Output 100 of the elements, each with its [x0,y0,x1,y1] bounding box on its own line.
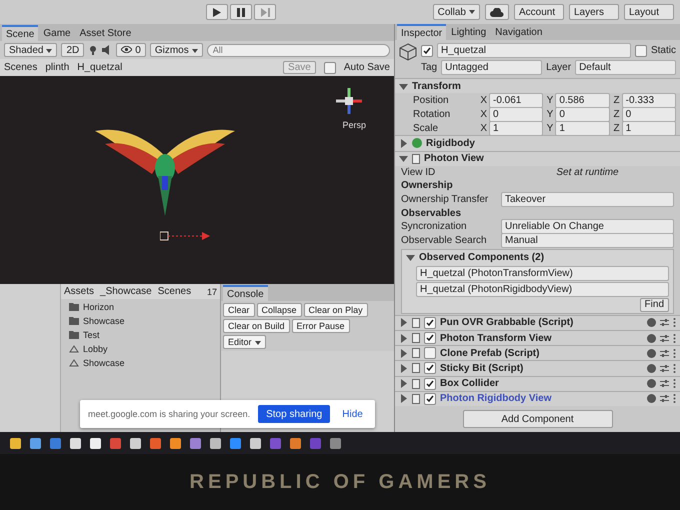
settings-sliders-icon[interactable] [660,379,669,388]
taskbar-app-icon[interactable] [90,438,101,448]
console-toolbar-button[interactable]: Clear on Play [304,303,368,317]
breadcrumb-item[interactable]: plinth [45,62,70,73]
stop-sharing-button[interactable]: Stop sharing [258,405,330,423]
dropdown-field[interactable]: Unreliable On Change [501,219,674,234]
play-button[interactable] [206,4,228,20]
layers-dropdown[interactable]: Layers [569,4,619,20]
cloud-icon[interactable] [490,8,504,16]
taskbar-app-icon[interactable] [30,438,41,448]
pause-icon[interactable] [237,8,245,16]
object-reference-field[interactable]: H_quetzal (PhotonRigidbodyView) [416,282,669,297]
expand-arrow-icon[interactable] [399,138,408,148]
asset-item[interactable]: Showcase [61,314,220,327]
settings-sliders-icon[interactable] [660,318,669,328]
number-field[interactable]: 0 [555,106,610,122]
tag-label: Tag [421,62,438,74]
more-options-icon[interactable] [673,348,676,358]
layer-dropdown[interactable]: Default [575,60,676,76]
settings-sliders-icon[interactable] [660,348,669,358]
more-options-icon[interactable] [673,318,676,328]
console-toolbar-button[interactable]: Error Pause [292,319,350,333]
perspective-label[interactable]: Persp [342,120,366,130]
number-field[interactable]: 1 [622,120,676,136]
enabled-checkbox[interactable] [424,332,436,344]
hide-button[interactable]: Hide [338,406,367,422]
scene-tab[interactable]: Scene [2,25,38,41]
console-toolbar-button[interactable]: Clear [223,303,255,317]
component-header[interactable]: Photon View [395,150,680,166]
breadcrumb-item[interactable]: _Showcase [100,286,152,297]
transform-label: Rotation [412,108,452,120]
breadcrumb-item[interactable]: H_quetzal [77,62,122,73]
account-dropdown[interactable]: Account [514,4,564,20]
static-checkbox[interactable] [634,44,647,57]
asset-item[interactable]: Horizon [61,300,220,313]
dropdown-field[interactable]: Takeover [501,192,674,207]
pause-button[interactable] [230,4,252,20]
expand-arrow-icon[interactable] [399,82,408,91]
add-component-button[interactable]: Add Component [462,410,612,428]
enabled-checkbox[interactable] [424,316,436,329]
more-options-icon[interactable] [673,364,676,373]
console-toolbar-button[interactable]: Clear on Build [223,319,290,333]
settings-sliders-icon[interactable] [660,394,669,404]
number-field[interactable]: -0.333 [622,92,676,108]
orientation-gizmo-icon[interactable] [334,86,364,116]
settings-sliders-icon[interactable] [660,334,669,343]
taskbar-app-icon[interactable] [130,438,141,448]
console-tab[interactable]: Console [223,285,268,301]
number-field[interactable]: -0.061 [489,92,544,108]
tag-dropdown[interactable]: Untagged [441,60,542,76]
more-options-icon[interactable] [673,334,676,343]
enabled-checkbox[interactable] [424,392,436,405]
more-options-icon[interactable] [673,379,676,388]
auto-save-checkbox[interactable] [324,62,336,74]
number-field[interactable]: 0.586 [555,92,610,108]
editor-dropdown[interactable]: Editor [223,335,266,349]
enabled-checkbox[interactable] [424,378,436,390]
object-name-field[interactable]: H_quetzal [437,43,631,58]
scene-viewport[interactable]: Persp [0,76,394,284]
breadcrumb-item[interactable]: Assets [64,286,94,297]
move-handle-drawing[interactable] [160,231,210,243]
asset-item[interactable]: Showcase [61,356,220,369]
collab-button[interactable]: Collab [432,4,480,20]
taskbar-app-icon[interactable] [170,438,181,448]
taskbar-app-icon[interactable] [210,438,221,448]
inspector-tab[interactable]: Inspector [397,24,446,40]
object-reference-field[interactable]: H_quetzal (PhotonTransformView) [416,266,669,281]
settings-sliders-icon[interactable] [660,364,669,373]
hidden-objects-toggle[interactable]: 0 [116,43,146,57]
enabled-checkbox[interactable] [424,347,436,360]
asset-item[interactable]: Test [61,328,220,341]
breadcrumb-item[interactable]: Scenes [158,286,192,297]
number-field[interactable]: 1 [489,120,544,136]
script-icon [412,154,420,164]
number-field[interactable]: 0 [489,106,544,122]
more-options-icon[interactable] [673,394,676,404]
expand-arrow-icon[interactable] [399,154,408,164]
component-header[interactable]: Transform [395,78,680,94]
taskbar-app-icon[interactable] [70,438,81,448]
cloud-button[interactable] [485,4,509,20]
breadcrumb-item[interactable]: Scenes [4,62,38,73]
light-icon[interactable] [88,45,98,55]
number-field[interactable]: 0 [622,106,676,122]
component-header[interactable]: Rigidbody [395,135,680,151]
active-checkbox[interactable] [421,44,433,57]
find-button[interactable]: Find [640,298,669,312]
scene-search-field[interactable]: All [206,44,390,56]
layout-dropdown[interactable]: Layout [624,4,674,20]
enabled-checkbox[interactable] [424,362,436,374]
2d-toggle[interactable]: 2D [61,43,84,57]
shading-dropdown[interactable]: Shaded [4,43,58,57]
taskbar-app-icon[interactable] [250,438,261,448]
dropdown-field[interactable]: Manual [501,233,674,248]
asset-item[interactable]: Lobby [61,342,220,355]
taskbar-app-icon[interactable] [10,438,21,448]
play-icon[interactable] [213,8,221,16]
console-toolbar-button[interactable]: Collapse [256,303,302,317]
gizmos-dropdown[interactable]: Gizmos [150,43,203,57]
expand-arrow-icon[interactable] [406,252,415,262]
number-field[interactable]: 1 [555,120,610,136]
